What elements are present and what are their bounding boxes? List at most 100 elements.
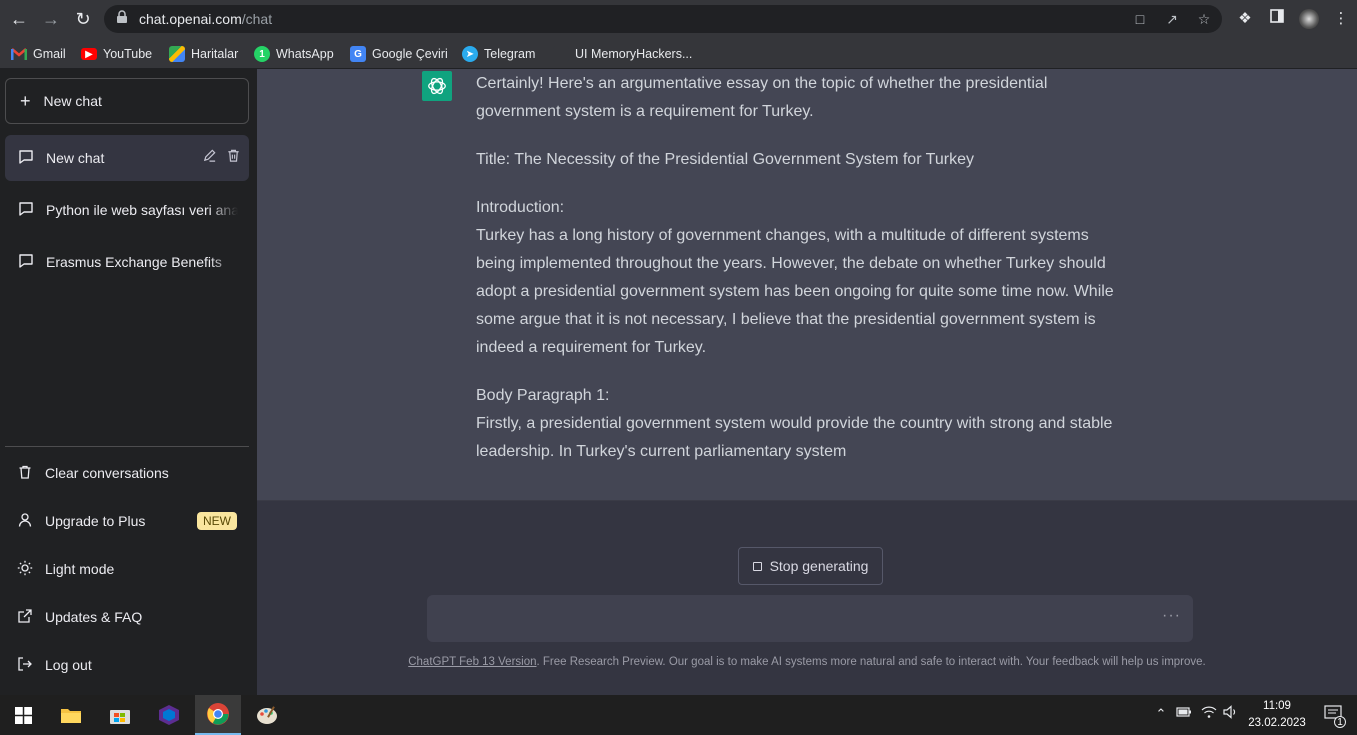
log-out-label: Log out <box>45 657 92 673</box>
memoryhackers-icon <box>553 46 569 62</box>
response-intro: Certainly! Here's an argumentative essay… <box>476 75 1048 120</box>
plus-icon: + <box>20 91 31 111</box>
essay-title: Title: The Necessity of the Presidential… <box>476 151 974 168</box>
external-link-icon <box>17 608 33 627</box>
updates-faq-link[interactable]: Updates & FAQ <box>5 595 249 639</box>
bookmark-label: YouTube <box>103 47 153 61</box>
conversation-item-active[interactable]: New chat <box>5 135 249 181</box>
address-bar[interactable]: chat.openai.com/chat □ ↗ ☆ <box>104 5 1222 33</box>
bookmark-google-translate[interactable]: G Google Çeviri <box>350 44 448 64</box>
typing-indicator: ··· <box>1162 607 1181 624</box>
bookmark-label: Gmail <box>33 47 66 61</box>
updates-faq-label: Updates & FAQ <box>45 609 143 625</box>
extensions-puzzle-icon[interactable]: ❖ <box>1234 8 1256 30</box>
conversation-actions <box>202 148 241 166</box>
microsoft-store-icon[interactable] <box>97 695 143 735</box>
share-icon[interactable]: ↗ <box>1163 10 1181 28</box>
taskbar: ⌃ 11:09 23.02.2023 1 <box>0 695 1357 735</box>
footer-disclaimer: ChatGPT Feb 13 Version. Free Research Pr… <box>257 656 1357 668</box>
bookmark-youtube[interactable]: ▶ YouTube <box>81 44 152 64</box>
bookmark-whatsapp[interactable]: 1 WhatsApp <box>254 44 334 64</box>
edit-pencil-icon[interactable] <box>202 148 217 166</box>
new-badge: NEW <box>197 512 237 530</box>
prompt-input[interactable]: ··· <box>427 595 1193 642</box>
chat-bubble-icon <box>18 201 34 220</box>
bookmark-label: Haritalar <box>191 47 239 61</box>
trash-icon <box>17 464 33 483</box>
bookmark-memoryhackers[interactable]: UI MemoryHackers... <box>553 44 692 64</box>
introduction-heading: Introduction: <box>476 199 565 216</box>
stop-generating-button[interactable]: Stop generating <box>738 547 883 585</box>
telegram-icon: ➤ <box>462 46 478 62</box>
body1-text: Firstly, a presidential government syste… <box>476 415 1113 460</box>
chevron-up-icon[interactable]: ⌃ <box>1152 705 1170 723</box>
new-chat-button[interactable]: + New chat <box>5 78 249 124</box>
youtube-icon: ▶ <box>81 48 97 60</box>
bookmark-telegram[interactable]: ➤ Telegram <box>462 44 535 64</box>
url-text[interactable]: chat.openai.com/chat <box>139 11 272 27</box>
gmail-icon <box>11 46 27 62</box>
clear-conversations-label: Clear conversations <box>45 465 169 481</box>
url-domain: chat.openai.com <box>139 11 242 27</box>
openai-logo-icon <box>422 71 452 101</box>
bookmark-label: WhatsApp <box>276 47 334 61</box>
light-mode-label: Light mode <box>45 561 115 577</box>
conversation-label: Python ile web sayfası veri analizi <box>46 202 238 218</box>
visual-studio-icon[interactable] <box>146 695 192 735</box>
bookmark-star-icon[interactable]: ☆ <box>1195 10 1213 28</box>
battery-icon[interactable] <box>1175 705 1193 723</box>
conversation-item[interactable]: Python ile web sayfası veri analizi <box>5 187 249 233</box>
profile-avatar[interactable] <box>1298 8 1320 30</box>
conversation-item[interactable]: Erasmus Exchange Benefits <box>5 239 249 285</box>
forward-arrow-icon[interactable]: → <box>39 7 63 31</box>
clock-time: 11:09 <box>1263 700 1291 712</box>
trash-icon[interactable] <box>226 148 241 166</box>
system-clock[interactable]: 11:09 23.02.2023 <box>1244 698 1310 732</box>
reload-icon[interactable]: ↻ <box>71 7 95 31</box>
notification-center-icon[interactable]: 1 <box>1322 705 1346 728</box>
body-paragraph-1: Body Paragraph 1: Firstly, a presidential… <box>476 382 1126 466</box>
footer-text: . Free Research Preview. Our goal is to … <box>536 656 1206 668</box>
chat-bubble-icon <box>18 149 34 168</box>
paint-icon[interactable] <box>244 695 290 735</box>
google-translate-icon: G <box>350 46 366 62</box>
browser-menu-icon[interactable]: ⋮ <box>1330 8 1352 30</box>
chrome-taskbar-icon[interactable] <box>195 695 241 735</box>
new-chat-label: New chat <box>43 93 102 109</box>
windows-start-icon[interactable] <box>0 695 46 735</box>
bookmark-maps[interactable]: Haritalar <box>169 44 238 64</box>
log-out-icon <box>17 656 33 675</box>
url-path: /chat <box>241 11 273 27</box>
side-panel-icon[interactable] <box>1266 8 1288 30</box>
assistant-message-text: Certainly! Here's an argumentative essay… <box>476 70 1126 486</box>
sun-icon <box>17 560 33 579</box>
volume-icon[interactable] <box>1222 705 1240 723</box>
sidebar-divider <box>5 446 249 447</box>
light-mode-button[interactable]: Light mode <box>5 547 249 591</box>
version-link[interactable]: ChatGPT Feb 13 Version <box>408 656 536 668</box>
upgrade-label: Upgrade to Plus <box>45 513 146 529</box>
clear-conversations-button[interactable]: Clear conversations <box>5 451 249 495</box>
introduction-body: Turkey has a long history of government … <box>476 227 1114 356</box>
chat-main: Certainly! Here's an argumentative essay… <box>257 69 1357 695</box>
notification-count: 1 <box>1334 716 1346 728</box>
wifi-icon[interactable] <box>1200 705 1218 723</box>
file-explorer-icon[interactable] <box>48 695 94 735</box>
user-icon <box>17 512 33 531</box>
stop-generating-label: Stop generating <box>769 558 869 574</box>
conversation-label: Erasmus Exchange Benefits <box>46 254 222 270</box>
browser-toolbar: ← → ↻ chat.openai.com/chat □ ↗ ☆ ❖ ⋮ <box>0 0 1357 38</box>
maps-icon <box>169 46 185 62</box>
bookmark-label: UI MemoryHackers... <box>575 47 693 61</box>
assistant-message: Certainly! Here's an argumentative essay… <box>257 69 1357 501</box>
lock-icon[interactable] <box>113 10 131 28</box>
back-arrow-icon[interactable]: ← <box>7 7 31 31</box>
log-out-button[interactable]: Log out <box>5 643 249 687</box>
sidebar: + New chat New chat Python ile web sayfa… <box>0 69 257 695</box>
upgrade-to-plus-button[interactable]: Upgrade to Plus NEW <box>5 499 249 543</box>
stop-square-icon <box>752 561 762 571</box>
translate-icon[interactable]: □ <box>1131 10 1149 28</box>
introduction-section: Introduction: Turkey has a long history o… <box>476 194 1126 362</box>
whatsapp-icon: 1 <box>254 46 270 62</box>
bookmark-gmail[interactable]: Gmail <box>11 44 66 64</box>
